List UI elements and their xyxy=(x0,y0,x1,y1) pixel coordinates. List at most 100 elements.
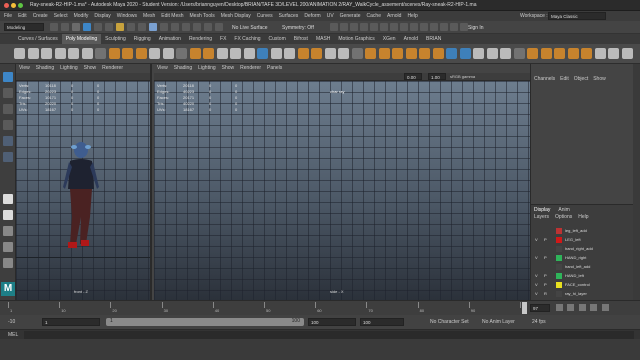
symmetry-label[interactable]: Symmetry: Off xyxy=(282,25,314,31)
menu-item-modify[interactable]: Modify xyxy=(74,11,89,21)
render-tool-icon[interactable] xyxy=(450,23,458,31)
play-back-icon[interactable] xyxy=(567,304,575,311)
shelf-tool-icon[interactable] xyxy=(351,48,363,59)
shelf-tab-fx-caching[interactable]: FX Caching xyxy=(230,34,264,44)
channel-menu-show[interactable]: Show xyxy=(593,76,606,82)
step-back-icon[interactable] xyxy=(556,304,563,311)
front-viewport[interactable]: Verts: 10118 0 0 Edges: 20223 0 0 Faces: 10171 0 0 T… xyxy=(16,81,150,300)
range-slider[interactable]: 1 100 xyxy=(106,318,304,326)
render-tool-icon[interactable] xyxy=(360,23,368,31)
render-tool-icon[interactable] xyxy=(420,23,428,31)
layer-color-swatch[interactable] xyxy=(556,228,562,234)
shelf-tool-icon[interactable] xyxy=(135,48,147,59)
panel-menu-show[interactable]: Show xyxy=(84,65,97,71)
four-view-layout-icon[interactable] xyxy=(3,210,13,220)
shelf-tool-icon[interactable] xyxy=(567,48,579,59)
close-window-icon[interactable] xyxy=(4,3,9,8)
shelf-tool-icon[interactable] xyxy=(122,48,133,59)
shelf-tool-icon[interactable] xyxy=(378,48,390,59)
side-viewport[interactable]: Verts: 20118 0 0 Edges: 40223 0 0 Faces: 20171 0 0 T… xyxy=(154,81,530,300)
shelf-tab-bifrost[interactable]: Bifrost xyxy=(290,34,312,44)
shelf-tab-animation[interactable]: Animation xyxy=(155,34,185,44)
shelf-tool-icon[interactable] xyxy=(594,48,606,59)
menu-item-generate[interactable]: Generate xyxy=(340,11,361,21)
shelf-tool-icon[interactable] xyxy=(176,48,187,59)
shelf-tool-icon[interactable] xyxy=(459,48,471,59)
status-tool-icon[interactable] xyxy=(116,23,124,31)
shelf-tool-icon[interactable] xyxy=(230,48,241,59)
shelf-tool-icon[interactable] xyxy=(108,48,120,59)
render-tool-icon[interactable] xyxy=(330,23,338,31)
shelf-tool-icon[interactable] xyxy=(95,48,106,59)
layer-playback-toggle[interactable]: P xyxy=(544,281,547,289)
layer-color-swatch[interactable] xyxy=(556,273,562,279)
menu-item-display[interactable]: Display xyxy=(94,11,110,21)
layer-menu-options[interactable]: Options xyxy=(555,214,572,220)
status-tool-icon[interactable] xyxy=(83,23,91,31)
shelf-tool-icon[interactable] xyxy=(581,48,592,59)
shelf-tool-icon[interactable] xyxy=(216,48,228,59)
shelf-tool-icon[interactable] xyxy=(486,48,498,59)
render-tool-icon[interactable] xyxy=(350,23,358,31)
render-tool-icon[interactable] xyxy=(410,23,418,31)
shelf-tab-arnold[interactable]: Arnold xyxy=(400,34,422,44)
shelf-tool-icon[interactable] xyxy=(446,48,457,59)
far-clip-field[interactable]: 1.00 xyxy=(428,73,446,80)
shelf-tool-icon[interactable] xyxy=(365,48,376,59)
rotate-tool-icon[interactable] xyxy=(3,136,13,146)
layer-row[interactable]: V P HAND_left xyxy=(531,272,633,280)
shelf-tool-icon[interactable] xyxy=(432,48,444,59)
panel-menu-show[interactable]: Show xyxy=(222,65,235,71)
panel-menu-view[interactable]: View xyxy=(157,65,168,71)
layer-playback-toggle[interactable]: R xyxy=(544,290,547,298)
character-set-select[interactable]: No Character Set xyxy=(430,319,469,325)
menu-item-cache[interactable]: Cache xyxy=(367,11,381,21)
menu-item-edit-mesh[interactable]: Edit Mesh xyxy=(161,11,183,21)
status-tool-icon[interactable] xyxy=(138,23,146,31)
menu-item-select[interactable]: Select xyxy=(54,11,68,21)
layer-color-swatch[interactable] xyxy=(556,237,562,243)
current-frame-field[interactable]: 97 xyxy=(530,304,550,312)
layer-color-swatch[interactable] xyxy=(556,246,562,252)
panel-menu-panels[interactable]: Panels xyxy=(267,65,282,71)
shelf-tool-icon[interactable] xyxy=(392,48,403,59)
panel-menu-view[interactable]: View xyxy=(19,65,30,71)
menu-item-deform[interactable]: Deform xyxy=(304,11,320,21)
menu-item-create[interactable]: Create xyxy=(33,11,48,21)
shelf-tool-icon[interactable] xyxy=(540,48,552,59)
status-tool-icon[interactable] xyxy=(193,23,201,31)
range-end-field[interactable]: 100 xyxy=(308,318,356,326)
menu-item-uv[interactable]: UV xyxy=(327,11,334,21)
layer-visibility-toggle[interactable]: V xyxy=(535,281,538,289)
channel-menu-channels[interactable]: Channels xyxy=(534,76,555,82)
status-tool-icon[interactable] xyxy=(149,23,157,31)
render-tool-icon[interactable] xyxy=(340,23,348,31)
panel-menu-shading[interactable]: Shading xyxy=(36,65,54,71)
shelf-tool-icon[interactable] xyxy=(149,48,160,59)
status-tool-icon[interactable] xyxy=(215,23,223,31)
channel-menu-edit[interactable]: Edit xyxy=(560,76,569,82)
shelf-tool-icon[interactable] xyxy=(243,48,255,59)
layer-tab-anim[interactable]: Anim xyxy=(558,207,569,213)
layer-visibility-toggle[interactable]: V xyxy=(535,236,538,244)
menu-item-edit[interactable]: Edit xyxy=(18,11,27,21)
panel-menu-shading[interactable]: Shading xyxy=(174,65,192,71)
render-tool-icon[interactable] xyxy=(430,23,438,31)
fps-select[interactable]: 24 fps xyxy=(532,319,546,325)
lasso-tool-icon[interactable] xyxy=(3,88,13,98)
status-tool-icon[interactable] xyxy=(204,23,212,31)
layer-color-swatch[interactable] xyxy=(556,264,562,270)
shelf-tool-icon[interactable] xyxy=(500,48,511,59)
minimize-window-icon[interactable] xyxy=(11,3,16,8)
layer-visibility-toggle[interactable]: V xyxy=(535,254,538,262)
anim-layer-select[interactable]: No Anim Layer xyxy=(482,319,515,325)
render-tool-icon[interactable] xyxy=(400,23,408,31)
panel-menu-renderer[interactable]: Renderer xyxy=(240,65,261,71)
status-tool-icon[interactable] xyxy=(160,23,168,31)
shelf-tool-icon[interactable] xyxy=(270,48,282,59)
shelf-tool-icon[interactable] xyxy=(14,48,25,59)
shelf-tool-icon[interactable] xyxy=(513,48,525,59)
layer-playback-toggle[interactable]: P xyxy=(544,236,547,244)
shelf-tab-poly-modeling[interactable]: Poly Modeling xyxy=(61,34,102,44)
menu-item-help[interactable]: Help xyxy=(407,11,417,21)
